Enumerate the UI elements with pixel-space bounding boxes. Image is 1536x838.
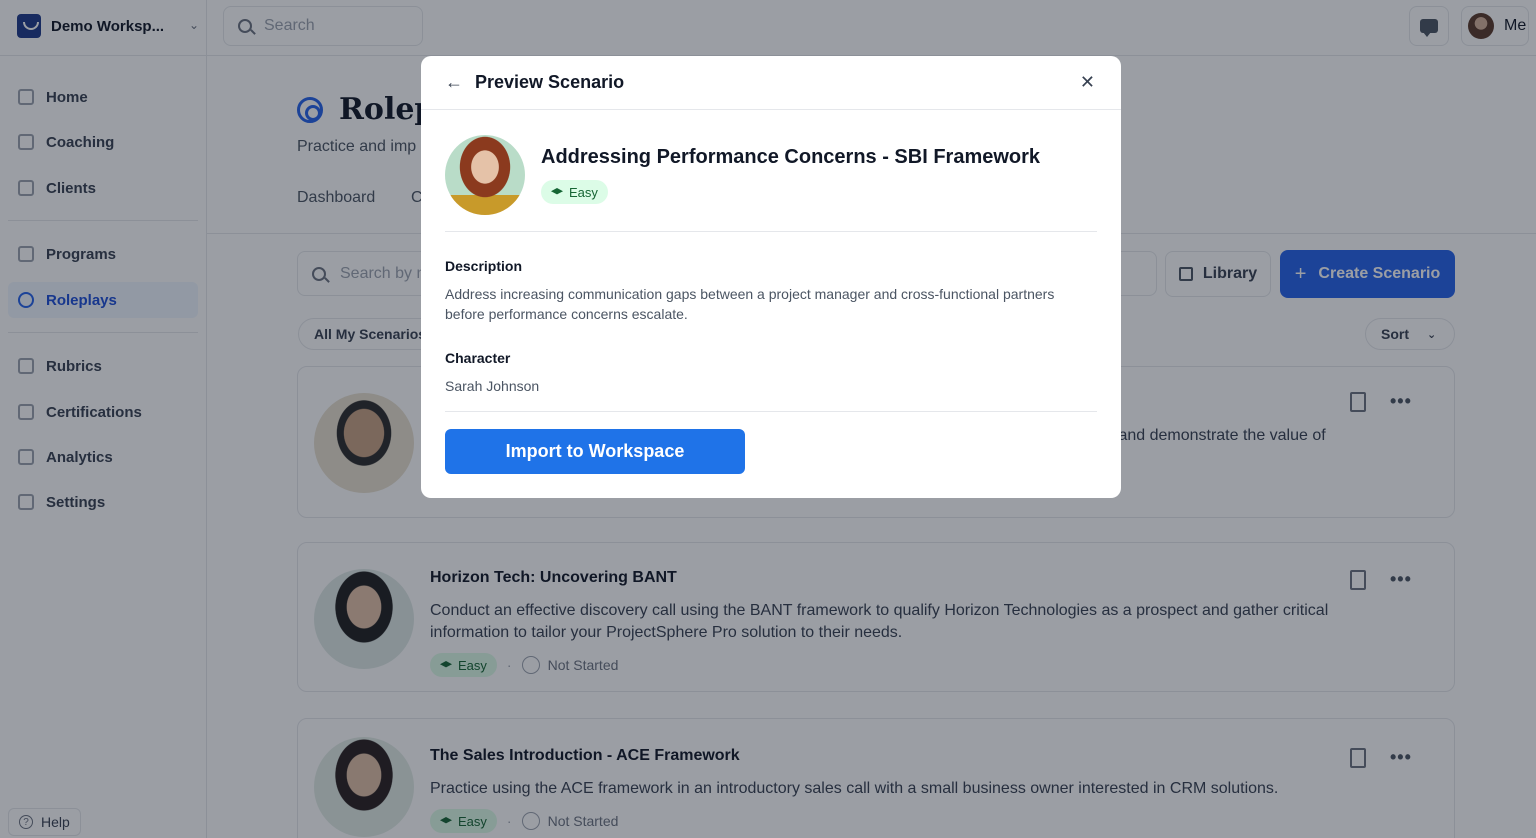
difficulty-badge: Easy (541, 180, 608, 204)
graduation-cap-icon (551, 188, 563, 195)
scenario-description: Address increasing communication gaps be… (445, 286, 1055, 322)
scenario-title: Addressing Performance Concerns - SBI Fr… (541, 146, 1041, 168)
difficulty-label: Easy (569, 184, 598, 200)
import-to-workspace-button[interactable]: Import to Workspace (445, 429, 745, 474)
arrow-left-icon[interactable]: ← (445, 72, 463, 93)
character-name: Sarah Johnson (445, 378, 540, 394)
modal-divider (445, 411, 1097, 412)
description-label: Description (445, 258, 523, 274)
modal-header: ← Preview Scenario ✕ (421, 56, 1121, 110)
modal-divider (445, 231, 1097, 232)
modal-title: Preview Scenario (475, 72, 625, 92)
preview-scenario-modal: ← Preview Scenario ✕ Addressing Performa… (421, 56, 1121, 498)
character-avatar (445, 135, 525, 215)
character-label: Character (445, 350, 511, 366)
close-icon[interactable]: ✕ (1080, 72, 1095, 93)
